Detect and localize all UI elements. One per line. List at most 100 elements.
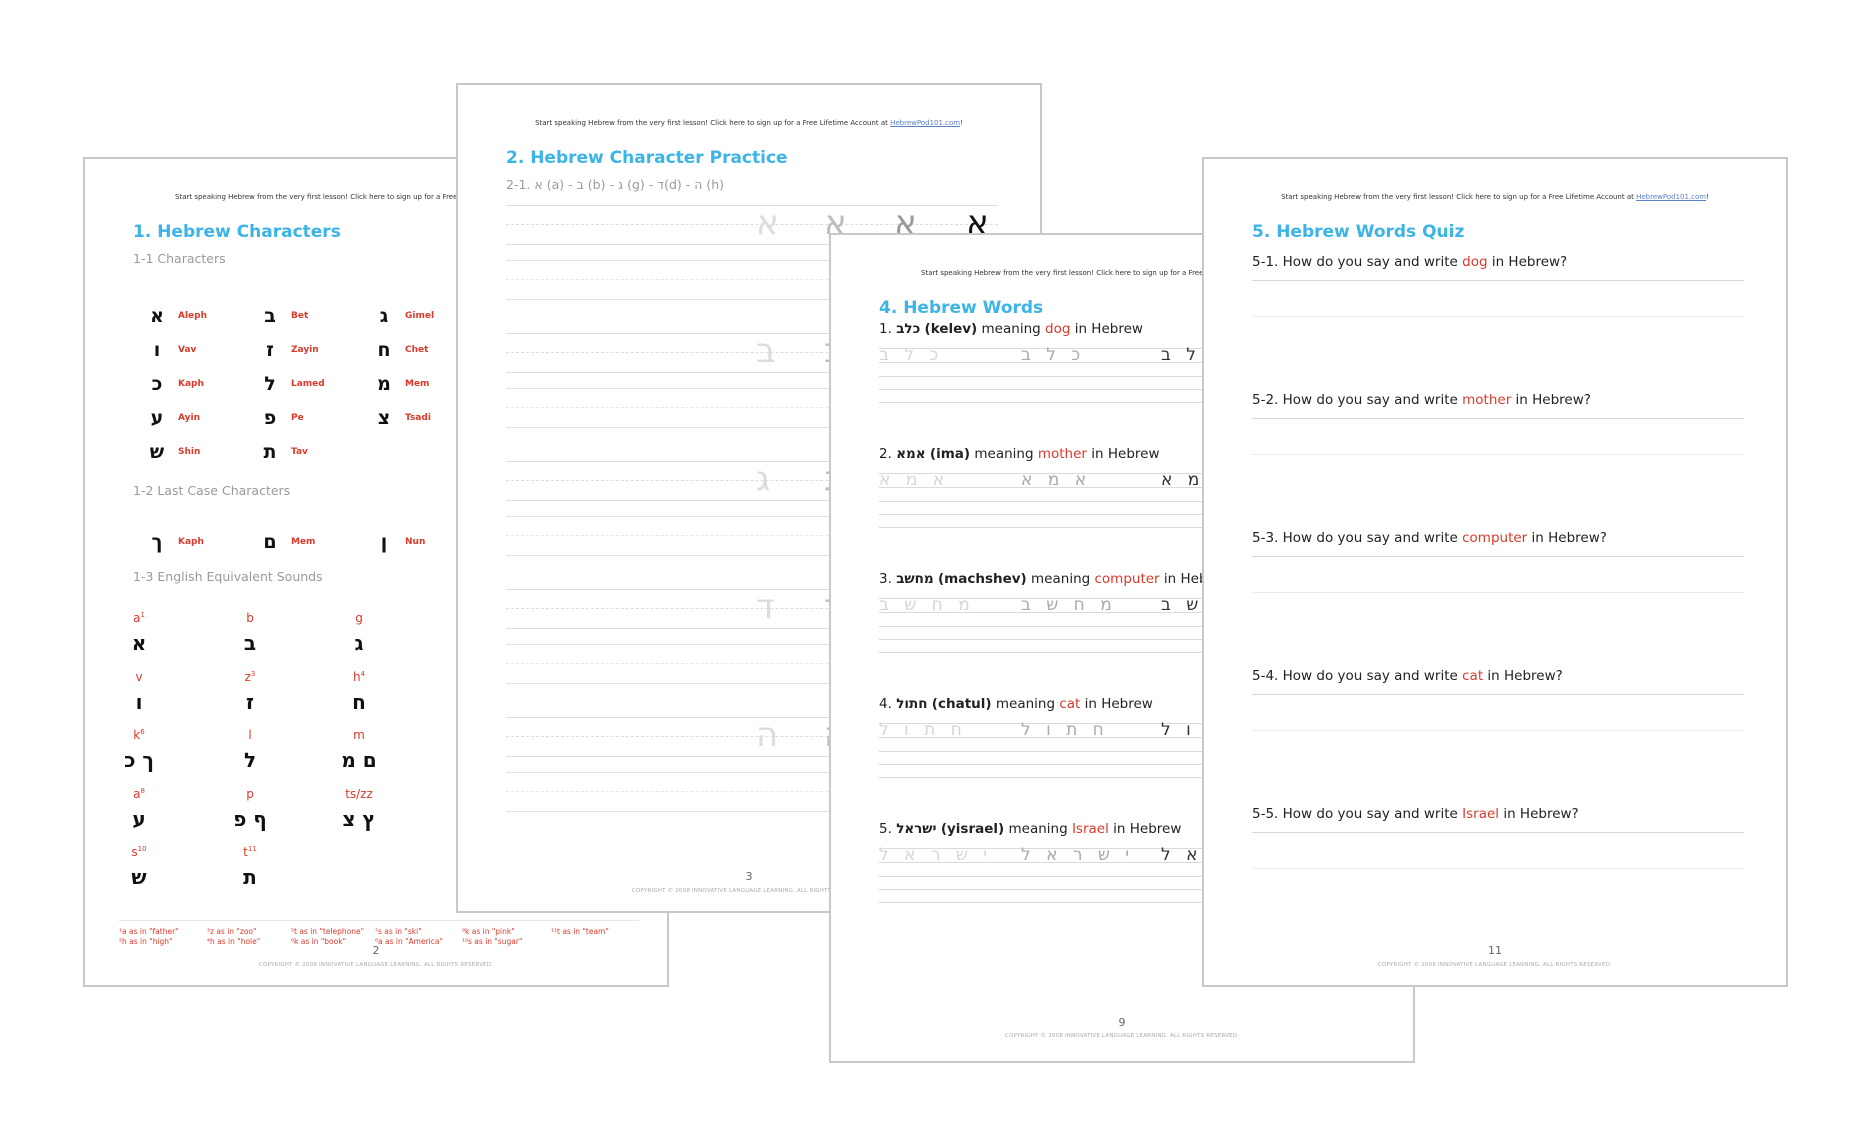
promo-banner[interactable]: Start speaking Hebrew from the very firs…: [458, 119, 1040, 127]
answer-line[interactable]: [1252, 316, 1744, 317]
question-suffix: in Hebrew?: [1503, 806, 1579, 822]
page-number: 9: [1118, 1016, 1126, 1029]
sound-item: bב: [220, 611, 280, 655]
character-name: Aleph: [178, 311, 208, 321]
trace-letter: ב: [756, 331, 776, 371]
page-title: 2. Hebrew Character Practice: [506, 148, 788, 168]
hebrew-word: ישראל: [896, 821, 937, 837]
sound-item: m ם מ: [329, 728, 389, 772]
latin-sound: t11: [220, 845, 280, 859]
hebrew-word: אמא: [896, 446, 926, 462]
hebrew-glyph: ב: [243, 631, 257, 655]
hebrew-glyph: ז: [245, 689, 254, 714]
transliteration: (kelev): [924, 321, 978, 337]
answer-line[interactable]: [1252, 694, 1744, 695]
question-number: 5-5.: [1252, 806, 1279, 822]
latin-sound: g: [329, 611, 389, 625]
trace-word: מ ח ש ב: [879, 595, 975, 615]
character-name: Kaph: [178, 537, 204, 547]
copyright: COPYRIGHT © 2008 INNOVATIVE LANGUAGE LEA…: [258, 962, 494, 968]
hebrew-glyph: ז: [266, 339, 274, 361]
latin-letter: l: [248, 728, 252, 742]
promo-banner[interactable]: Start speaking Hebrew from the very firs…: [1204, 193, 1786, 201]
trace-word: ח ת ו ל: [879, 720, 967, 740]
transliteration: (ima): [929, 446, 971, 462]
footnote-ref: 1: [140, 611, 145, 619]
character-name: Pe: [291, 413, 304, 423]
signup-link[interactable]: HebrewPod101.com: [890, 119, 960, 127]
footnote-ref: 6: [140, 728, 145, 736]
question-number: 5-2.: [1252, 392, 1279, 408]
question-word: dog: [1462, 254, 1488, 270]
word-heading: 1. כלב (kelev) meaning dog in Hebrew: [879, 321, 1143, 337]
transliteration: (chatul): [931, 696, 992, 712]
meaning-label: meaning: [995, 696, 1056, 712]
trace-word: מ ח ש ב: [1021, 595, 1117, 615]
word-number: 4.: [879, 696, 892, 712]
question-number: 5-4.: [1252, 668, 1279, 684]
word-heading: 2. אמא (ima) meaning mother in Hebrew: [879, 446, 1160, 462]
hebrew-glyph: ן: [380, 531, 388, 553]
latin-sound: ts/zz: [329, 787, 389, 801]
trace-letter: ה: [756, 715, 779, 755]
question-number: 5-3.: [1252, 530, 1279, 546]
sound-item: p ף פ: [220, 787, 280, 831]
question-text: How do you say and write: [1282, 806, 1458, 822]
trace-word: י ש ר א ל: [1021, 845, 1135, 865]
question-suffix: in Hebrew?: [1515, 392, 1591, 408]
hebrew-glyph: פ: [263, 407, 277, 429]
hebrew-glyph: א: [150, 305, 164, 327]
footnote: ⁵t as in "telephone": [291, 927, 365, 936]
latin-sound: s10: [109, 845, 169, 859]
quiz-question: 5-1. How do you say and write dog in Heb…: [1252, 254, 1567, 270]
question-word: cat: [1462, 668, 1484, 684]
answer-line[interactable]: [1252, 556, 1744, 557]
hebrew-glyph: כ: [151, 373, 163, 395]
trace-word: א מ א: [879, 470, 950, 490]
latin-sound: z3: [220, 670, 280, 684]
sound-item: vו: [109, 670, 169, 714]
hebrew-glyph: ת: [243, 865, 257, 889]
suffix: in Hebrew: [1113, 821, 1182, 837]
signup-link[interactable]: HebrewPod101.com: [1636, 193, 1706, 201]
suffix: in Hebrew: [1091, 446, 1160, 462]
quiz-question: 5-5. How do you say and write Israel in …: [1252, 806, 1579, 822]
footnote: ¹a as in "father": [119, 927, 179, 936]
hebrew-glyph: ב: [264, 305, 276, 327]
character-name: Mem: [405, 379, 430, 389]
hebrew-glyph: ע: [132, 806, 146, 831]
latin-sound: k6: [109, 728, 169, 742]
suffix: in Hebrew: [1084, 696, 1153, 712]
trace-letter: א: [756, 203, 779, 243]
answer-line[interactable]: [1252, 730, 1744, 731]
quiz-question: 5-2. How do you say and write mother in …: [1252, 392, 1591, 408]
hebrew-glyph: ח: [352, 689, 366, 714]
transliteration: (machshev): [938, 571, 1027, 587]
latin-letter: h: [352, 669, 361, 684]
answer-line[interactable]: [1252, 280, 1744, 281]
latin-sound: h4: [329, 670, 389, 684]
word-heading: 5. ישראל (yisrael) meaning Israel in Heb…: [879, 821, 1181, 837]
sound-item: z3 ז: [220, 670, 280, 714]
character-name: Zayin: [291, 345, 319, 355]
trace-letter: ג: [756, 459, 771, 499]
word-number: 5.: [879, 821, 892, 837]
word-number: 2.: [879, 446, 892, 462]
answer-line[interactable]: [1252, 454, 1744, 455]
trace-word: כ ל ב: [879, 345, 944, 365]
character-name: Bet: [291, 311, 309, 321]
quiz-question: 5-4. How do you say and write cat in Heb…: [1252, 668, 1563, 684]
latin-sound: m: [329, 728, 389, 742]
hebrew-glyph: צ: [377, 407, 391, 429]
footnote-ref: 10: [137, 845, 147, 853]
hebrew-glyph: ם מ: [341, 748, 377, 772]
answer-line[interactable]: [1252, 868, 1744, 869]
footnote-ref: 4: [360, 669, 366, 678]
answer-line[interactable]: [1252, 592, 1744, 593]
answer-line[interactable]: [1252, 418, 1744, 419]
trace-word: כ ל ב: [1021, 345, 1086, 365]
question-word: Israel: [1462, 806, 1500, 822]
sound-item: h4 ח: [329, 670, 389, 714]
answer-line[interactable]: [1252, 832, 1744, 833]
latin-letter: m: [353, 728, 365, 742]
